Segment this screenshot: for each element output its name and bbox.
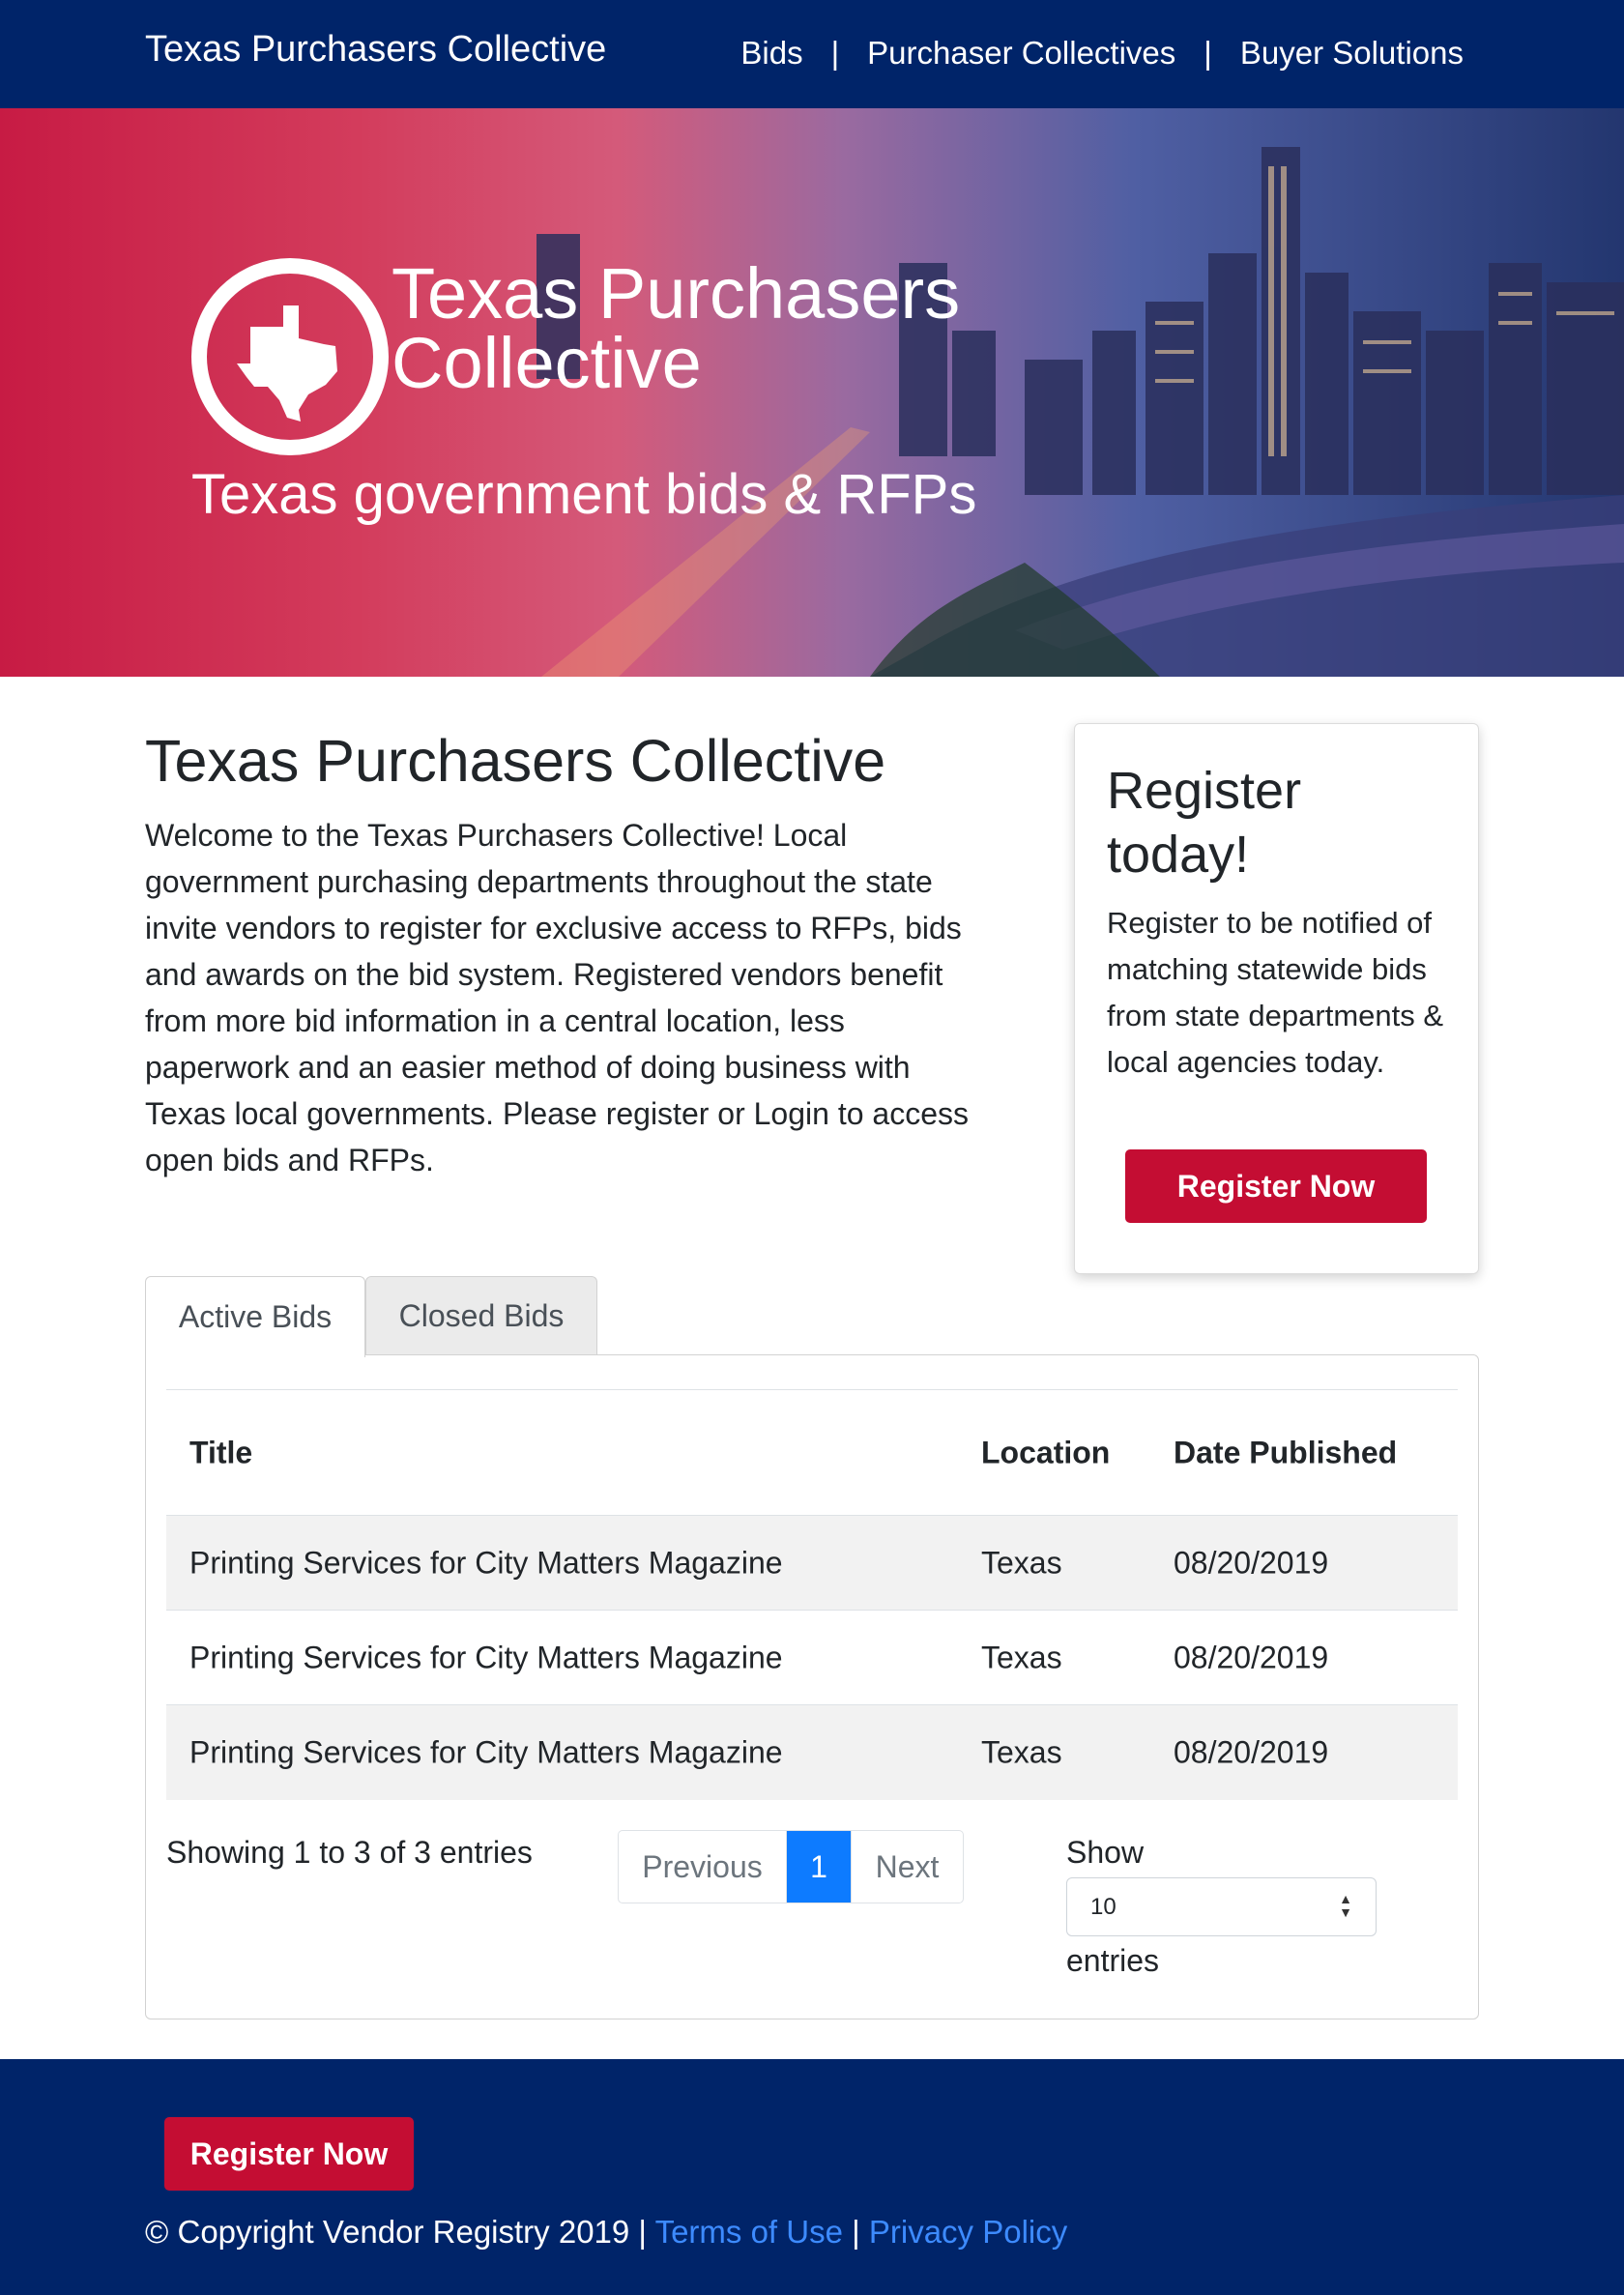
bid-location: Texas <box>981 1640 1062 1674</box>
entries-per-page-select[interactable]: 10 ▲ ▼ <box>1066 1877 1377 1936</box>
bids-table: Title Location Date Published Printing S… <box>166 1389 1458 1800</box>
table-row[interactable]: Printing Services for City Matters Magaz… <box>166 1611 1458 1705</box>
table-header-row: Title Location Date Published <box>166 1389 1458 1516</box>
bid-date: 08/20/2019 <box>1174 1640 1329 1674</box>
bid-location: Texas <box>981 1734 1062 1770</box>
nav-link-purchaser-collectives[interactable]: Purchaser Collectives <box>867 35 1175 72</box>
copyright-text: © Copyright Vendor Registry 2019 | <box>145 2214 647 2250</box>
register-card: Register today! Register to be notified … <box>1074 723 1479 1274</box>
column-header-title[interactable]: Title <box>189 1435 252 1470</box>
privacy-policy-link[interactable]: Privacy Policy <box>869 2214 1067 2250</box>
column-header-date-published[interactable]: Date Published <box>1174 1435 1397 1470</box>
column-header-location[interactable]: Location <box>981 1435 1110 1470</box>
hero-banner: Texas Purchasers Collective Texas govern… <box>0 108 1624 677</box>
footer: Register Now © Copyright Vendor Registry… <box>0 2059 1624 2295</box>
navbar-brand[interactable]: Texas Purchasers Collective <box>145 29 606 71</box>
top-navbar: Texas Purchasers Collective Bids | Purch… <box>0 0 1624 108</box>
register-card-heading: Register today! <box>1107 762 1302 884</box>
hero-title-line1: Texas Purchasers <box>392 253 961 334</box>
select-arrows-icon: ▲ ▼ <box>1339 1891 1352 1920</box>
bid-title[interactable]: Printing Services for City Matters Magaz… <box>189 1640 783 1675</box>
intro-paragraph: Welcome to the Texas Purchasers Collecti… <box>145 818 969 1177</box>
copyright-line: © Copyright Vendor Registry 2019 | Terms… <box>145 2214 1067 2251</box>
previous-page-button[interactable]: Previous <box>619 1831 787 1903</box>
bid-title[interactable]: Printing Services for City Matters Magaz… <box>189 1545 783 1581</box>
hero-subtitle: Texas government bids & RFPs <box>191 463 977 526</box>
nav-link-buyer-solutions[interactable]: Buyer Solutions <box>1240 35 1464 72</box>
length-label-show: Show <box>1066 1835 1145 1870</box>
hero-title-line2: Collective <box>392 323 702 403</box>
footer-register-now-button[interactable]: Register Now <box>164 2117 414 2191</box>
register-card-text: Register to be notified of matching stat… <box>1107 906 1444 1079</box>
bid-date: 08/20/2019 <box>1174 1545 1329 1580</box>
pagination: Previous 1 Next <box>618 1830 964 1903</box>
nav-separator: | <box>1204 35 1212 71</box>
tab-closed-bids[interactable]: Closed Bids <box>365 1276 597 1355</box>
nav-link-bids[interactable]: Bids <box>740 35 802 72</box>
table-row[interactable]: Printing Services for City Matters Magaz… <box>166 1705 1458 1800</box>
footer-divider: | <box>852 2214 860 2250</box>
register-now-button[interactable]: Register Now <box>1125 1149 1427 1223</box>
next-page-button[interactable]: Next <box>851 1831 963 1903</box>
bid-location: Texas <box>981 1545 1062 1580</box>
texas-logo-icon <box>191 258 389 455</box>
page-title: Texas Purchasers Collective <box>145 728 886 794</box>
page-1-button[interactable]: 1 <box>787 1831 851 1903</box>
terms-of-use-link[interactable]: Terms of Use <box>655 2214 843 2250</box>
nav-links: Bids | Purchaser Collectives | Buyer Sol… <box>740 35 1464 72</box>
length-label-entries: entries <box>1066 1943 1160 1978</box>
nav-separator: | <box>830 35 840 71</box>
tab-active-bids[interactable]: Active Bids <box>145 1276 365 1357</box>
table-info: Showing 1 to 3 of 3 entries <box>166 1835 533 1870</box>
entries-per-page-value: 10 <box>1090 1893 1116 1920</box>
bid-title[interactable]: Printing Services for City Matters Magaz… <box>189 1735 783 1771</box>
table-row[interactable]: Printing Services for City Matters Magaz… <box>166 1516 1458 1611</box>
hero-title: Texas Purchasers Collective <box>392 253 961 403</box>
bid-date: 08/20/2019 <box>1174 1734 1329 1770</box>
